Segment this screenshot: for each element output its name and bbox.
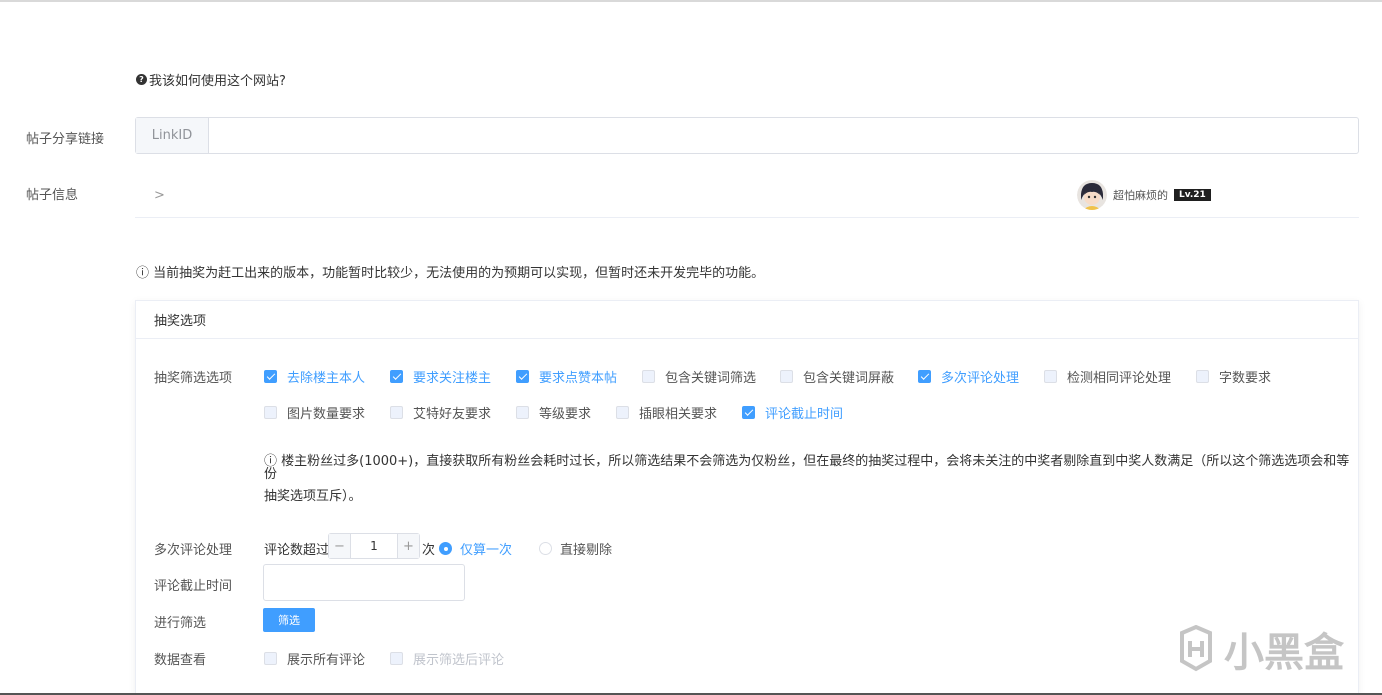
option-multi-comment[interactable]: 多次评论处理: [918, 367, 1019, 386]
decrement-button[interactable]: −: [329, 534, 351, 558]
checkbox: [390, 406, 403, 419]
checkbox: [642, 370, 655, 383]
filter-options-label: 抽奖筛选选项: [154, 371, 233, 386]
radio-remove-directly[interactable]: 直接剔除: [539, 539, 612, 558]
option-level[interactable]: 等级要求: [516, 403, 591, 422]
level-badge: Lv.21: [1174, 189, 1211, 201]
multi-prefix: 评论数超过: [264, 543, 330, 558]
link-label: 帖子分享链接: [26, 132, 105, 147]
count-stepper: − 1 +: [328, 533, 420, 559]
chevron-right-icon[interactable]: >: [154, 188, 165, 203]
fans-tip-line2: 抽奖选项互斥）。: [264, 489, 362, 504]
notice-text: ⓘ 当前抽奖为赶工出来的版本，功能暂时比较少，无法使用的为预期可以实现，但暂时还…: [136, 266, 765, 281]
option-require-like[interactable]: 要求点赞本帖: [516, 367, 617, 386]
count-value[interactable]: 1: [351, 534, 397, 558]
checkbox: [390, 370, 403, 383]
help-link[interactable]: ? 我该如何使用这个网站?: [136, 70, 286, 89]
top-border: [0, 0, 1382, 2]
checkbox: [616, 406, 629, 419]
option-word-count[interactable]: 字数要求: [1196, 367, 1271, 386]
show-all-comments[interactable]: 展示所有评论: [264, 649, 365, 668]
avatar: [1077, 180, 1107, 210]
card-title: 抽奖选项: [136, 301, 1358, 339]
filter-button[interactable]: 筛选: [263, 608, 315, 632]
checkbox: [264, 652, 277, 665]
fans-tip-line1: ⓘ 楼主粉丝过多(1000+)，直接获取所有粉丝会耗时过长，所以筛选结果不会筛选…: [264, 454, 1350, 482]
checkbox: [264, 370, 277, 383]
radio-count-once[interactable]: 仅算一次: [439, 539, 512, 558]
checkbox: [390, 652, 403, 665]
post-author[interactable]: 超怕麻烦的 Lv.21: [1077, 180, 1211, 210]
option-keyword-filter[interactable]: 包含关键词筛选: [642, 367, 756, 386]
multi-suffix: 次: [422, 543, 436, 558]
heybox-logo-icon: [1180, 625, 1212, 672]
data-view-label: 数据查看: [154, 653, 207, 668]
option-bookmark[interactable]: 插眼相关要求: [616, 403, 717, 422]
option-comment-deadline[interactable]: 评论截止时间: [742, 403, 843, 422]
deadline-label: 评论截止时间: [154, 579, 233, 594]
option-image-count[interactable]: 图片数量要求: [264, 403, 365, 422]
radio-dot: [539, 542, 552, 555]
checkbox: [1044, 370, 1057, 383]
watermark: 小黑盒: [1172, 620, 1344, 678]
checkbox: [1196, 370, 1209, 383]
checkbox: [264, 406, 277, 419]
option-require-follow[interactable]: 要求关注楼主: [390, 367, 491, 386]
radio-dot: [439, 542, 452, 555]
increment-button[interactable]: +: [397, 534, 419, 558]
question-circle-icon: ?: [136, 74, 147, 85]
option-exclude-author[interactable]: 去除楼主本人: [264, 367, 365, 386]
deadline-input[interactable]: [263, 564, 465, 601]
author-name: 超怕麻烦的: [1113, 189, 1168, 202]
checkbox: [516, 406, 529, 419]
help-text: 我该如何使用这个网站?: [149, 74, 286, 89]
checkbox: [516, 370, 529, 383]
post-info: > 超怕麻烦的 Lv.21: [135, 176, 1359, 218]
option-keyword-block[interactable]: 包含关键词屏蔽: [780, 367, 894, 386]
show-filtered-comments[interactable]: 展示筛选后评论: [390, 649, 504, 668]
link-prepend: LinkID: [136, 118, 209, 153]
checkbox: [780, 370, 793, 383]
watermark-text: 小黑盒: [1224, 630, 1344, 676]
checkbox: [918, 370, 931, 383]
checkbox: [742, 406, 755, 419]
post-info-label: 帖子信息: [26, 188, 79, 203]
link-id-input[interactable]: [209, 118, 1358, 153]
run-filter-label: 进行筛选: [154, 616, 207, 631]
multi-comment-label: 多次评论处理: [154, 543, 233, 558]
option-mention-friends[interactable]: 艾特好友要求: [390, 403, 491, 422]
link-input-group: LinkID: [135, 117, 1359, 154]
option-duplicate-comment[interactable]: 检测相同评论处理: [1044, 367, 1171, 386]
